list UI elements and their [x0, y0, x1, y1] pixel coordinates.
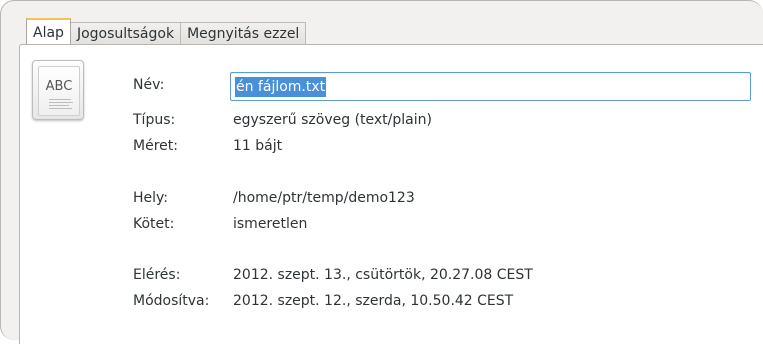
- name-label: Név:: [133, 77, 165, 93]
- accessed-label: Elérés:: [133, 267, 181, 283]
- name-field-value[interactable]: én fájlom.txt: [235, 76, 327, 97]
- file-page-graphic: ABC: [38, 66, 80, 116]
- tab-basic[interactable]: Alap: [26, 18, 71, 44]
- file-icon-label: ABC: [45, 79, 73, 94]
- volume-value: ismeretlen: [233, 216, 308, 232]
- tab-permissions[interactable]: Jogosultságok: [69, 22, 182, 44]
- location-value: /home/ptr/temp/demo123: [233, 190, 415, 206]
- modified-label: Módosítva:: [133, 293, 210, 309]
- tab-bar: Alap Jogosultságok Megnyitás ezzel: [26, 18, 307, 44]
- tab-open-with[interactable]: Megnyitás ezzel: [180, 22, 307, 44]
- location-label: Hely:: [133, 190, 169, 206]
- text-file-icon: ABC: [32, 60, 84, 120]
- size-value: 11 bájt: [233, 138, 283, 154]
- type-label: Típus:: [133, 112, 176, 128]
- properties-window: Alap Jogosultságok Megnyitás ezzel ABC N…: [0, 0, 763, 344]
- accessed-value: 2012. szept. 13., csütörtök, 20.27.08 CE…: [233, 267, 533, 283]
- name-field[interactable]: én fájlom.txt: [230, 72, 751, 101]
- modified-value: 2012. szept. 12., szerda, 10.50.42 CEST: [233, 293, 514, 309]
- volume-label: Kötet:: [133, 216, 175, 232]
- size-label: Méret:: [133, 138, 178, 154]
- type-value: egyszerű szöveg (text/plain): [233, 112, 432, 128]
